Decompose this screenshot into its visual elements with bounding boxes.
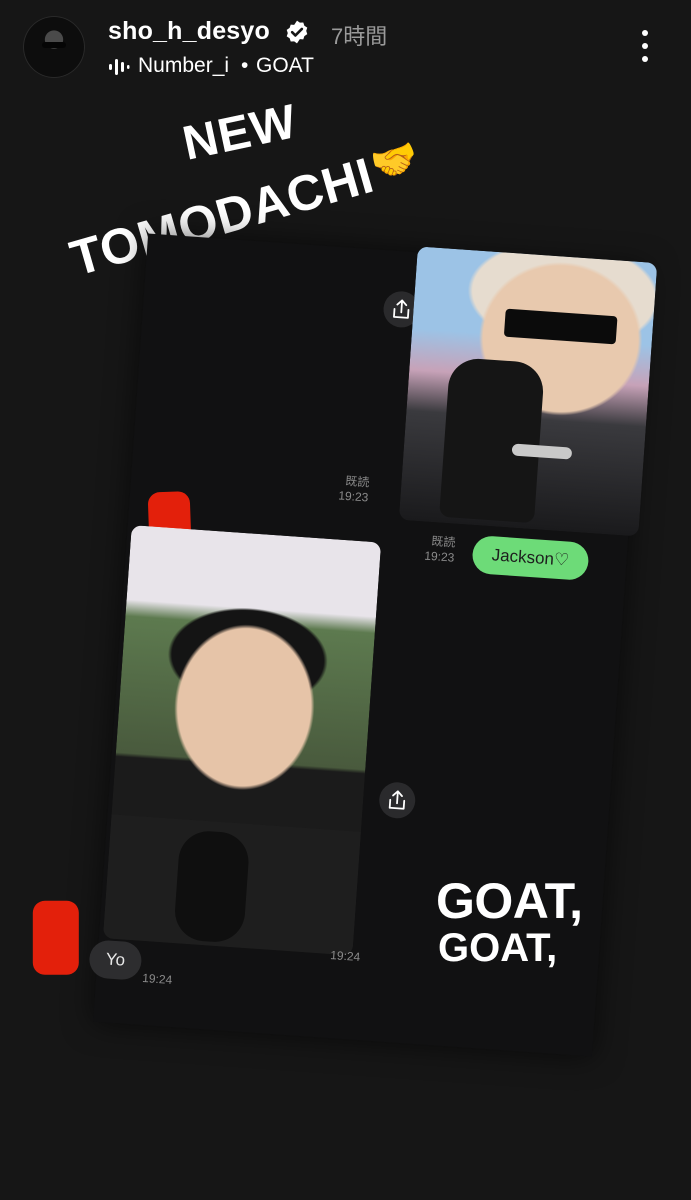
handshake-icon: 🤝: [366, 135, 425, 189]
sticker-text-new: NEW: [178, 95, 302, 171]
post-time: 7時間: [331, 24, 388, 49]
verified-icon: [286, 20, 308, 44]
message-meta: 既読 19:23: [424, 534, 456, 566]
avatar[interactable]: [23, 16, 85, 78]
username[interactable]: sho_h_desyo: [108, 17, 270, 46]
received-message-bubble[interactable]: Yo: [88, 939, 143, 981]
redaction-mark: [32, 900, 79, 975]
more-vertical-icon[interactable]: [632, 28, 658, 64]
music-song[interactable]: GOAT: [256, 54, 314, 78]
message-time: 19:24: [141, 970, 173, 987]
chat-screenshot: 既読 19:23 既読 19:23 Jackson♡ 19:24 Yo 19:2…: [32, 233, 658, 1057]
story-header: sho_h_desyo 7時間 Number_i • GOAT: [0, 0, 691, 100]
message-meta: 既読 19:23: [338, 473, 370, 505]
message-time: 19:23: [423, 548, 455, 565]
overlay-text-goat-small: GOAT,: [438, 926, 558, 970]
music-bars-icon: [109, 59, 130, 75]
overlay-text-goat: GOAT,: [436, 873, 583, 929]
share-icon[interactable]: [378, 781, 417, 820]
music-artist[interactable]: Number_i: [138, 54, 229, 78]
message-time: 19:23: [337, 488, 369, 505]
music-separator: •: [241, 54, 249, 77]
sent-message-bubble[interactable]: Jackson♡: [471, 534, 590, 581]
message-time: 19:24: [329, 948, 361, 965]
chat-photo-1[interactable]: [398, 246, 658, 537]
chat-photo-2[interactable]: [102, 525, 382, 956]
